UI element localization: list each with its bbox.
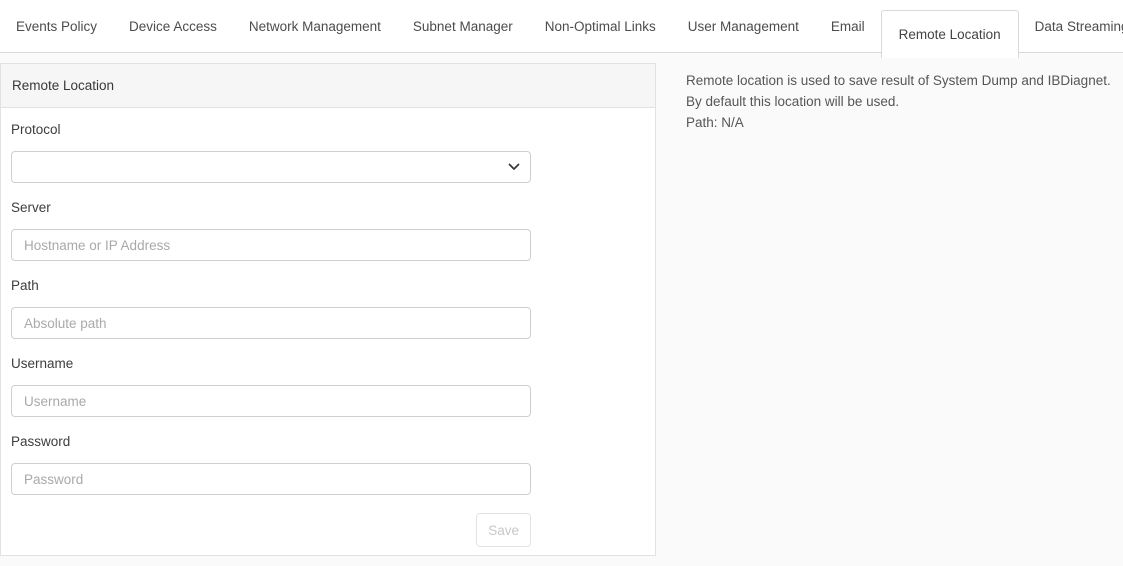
username-field: Username bbox=[11, 357, 645, 417]
tab-subnet-manager[interactable]: Subnet Manager bbox=[397, 19, 529, 34]
tab-data-streaming[interactable]: Data Streaming bbox=[1019, 19, 1123, 34]
password-label: Password bbox=[11, 435, 645, 449]
tab-user-management[interactable]: User Management bbox=[672, 19, 815, 34]
path-label: Path bbox=[11, 279, 645, 293]
password-field: Password bbox=[11, 435, 645, 495]
help-line-2: By default this location will be used. bbox=[686, 91, 1111, 112]
remote-location-panel: Remote Location Protocol Server Path bbox=[0, 63, 656, 556]
tab-network-management[interactable]: Network Management bbox=[233, 19, 397, 34]
tab-device-access[interactable]: Device Access bbox=[113, 19, 233, 34]
help-line-3: Path: N/A bbox=[686, 112, 1111, 133]
username-input[interactable] bbox=[11, 385, 531, 417]
panel-title: Remote Location bbox=[1, 64, 655, 108]
protocol-select[interactable] bbox=[11, 151, 531, 183]
path-field: Path bbox=[11, 279, 645, 339]
tab-non-optimal-links[interactable]: Non-Optimal Links bbox=[529, 19, 672, 34]
username-label: Username bbox=[11, 357, 645, 371]
password-input[interactable] bbox=[11, 463, 531, 495]
save-button[interactable]: Save bbox=[476, 513, 531, 547]
help-line-1: Remote location is used to save result o… bbox=[686, 70, 1111, 91]
main-content: Remote Location Protocol Server Path bbox=[0, 53, 1123, 556]
settings-tab-bar: Events Policy Device Access Network Mana… bbox=[0, 0, 1123, 53]
server-field: Server bbox=[11, 201, 645, 261]
remote-location-form: Protocol Server Path Username bbox=[1, 108, 655, 555]
path-input[interactable] bbox=[11, 307, 531, 339]
protocol-label: Protocol bbox=[11, 123, 645, 137]
form-actions: Save bbox=[11, 513, 531, 547]
remote-location-help-text: Remote location is used to save result o… bbox=[686, 70, 1111, 133]
tab-remote-location[interactable]: Remote Location bbox=[881, 10, 1019, 58]
server-input[interactable] bbox=[11, 229, 531, 261]
protocol-field: Protocol bbox=[11, 123, 645, 183]
server-label: Server bbox=[11, 201, 645, 215]
tab-events-policy[interactable]: Events Policy bbox=[0, 19, 113, 34]
tab-email[interactable]: Email bbox=[815, 19, 881, 34]
